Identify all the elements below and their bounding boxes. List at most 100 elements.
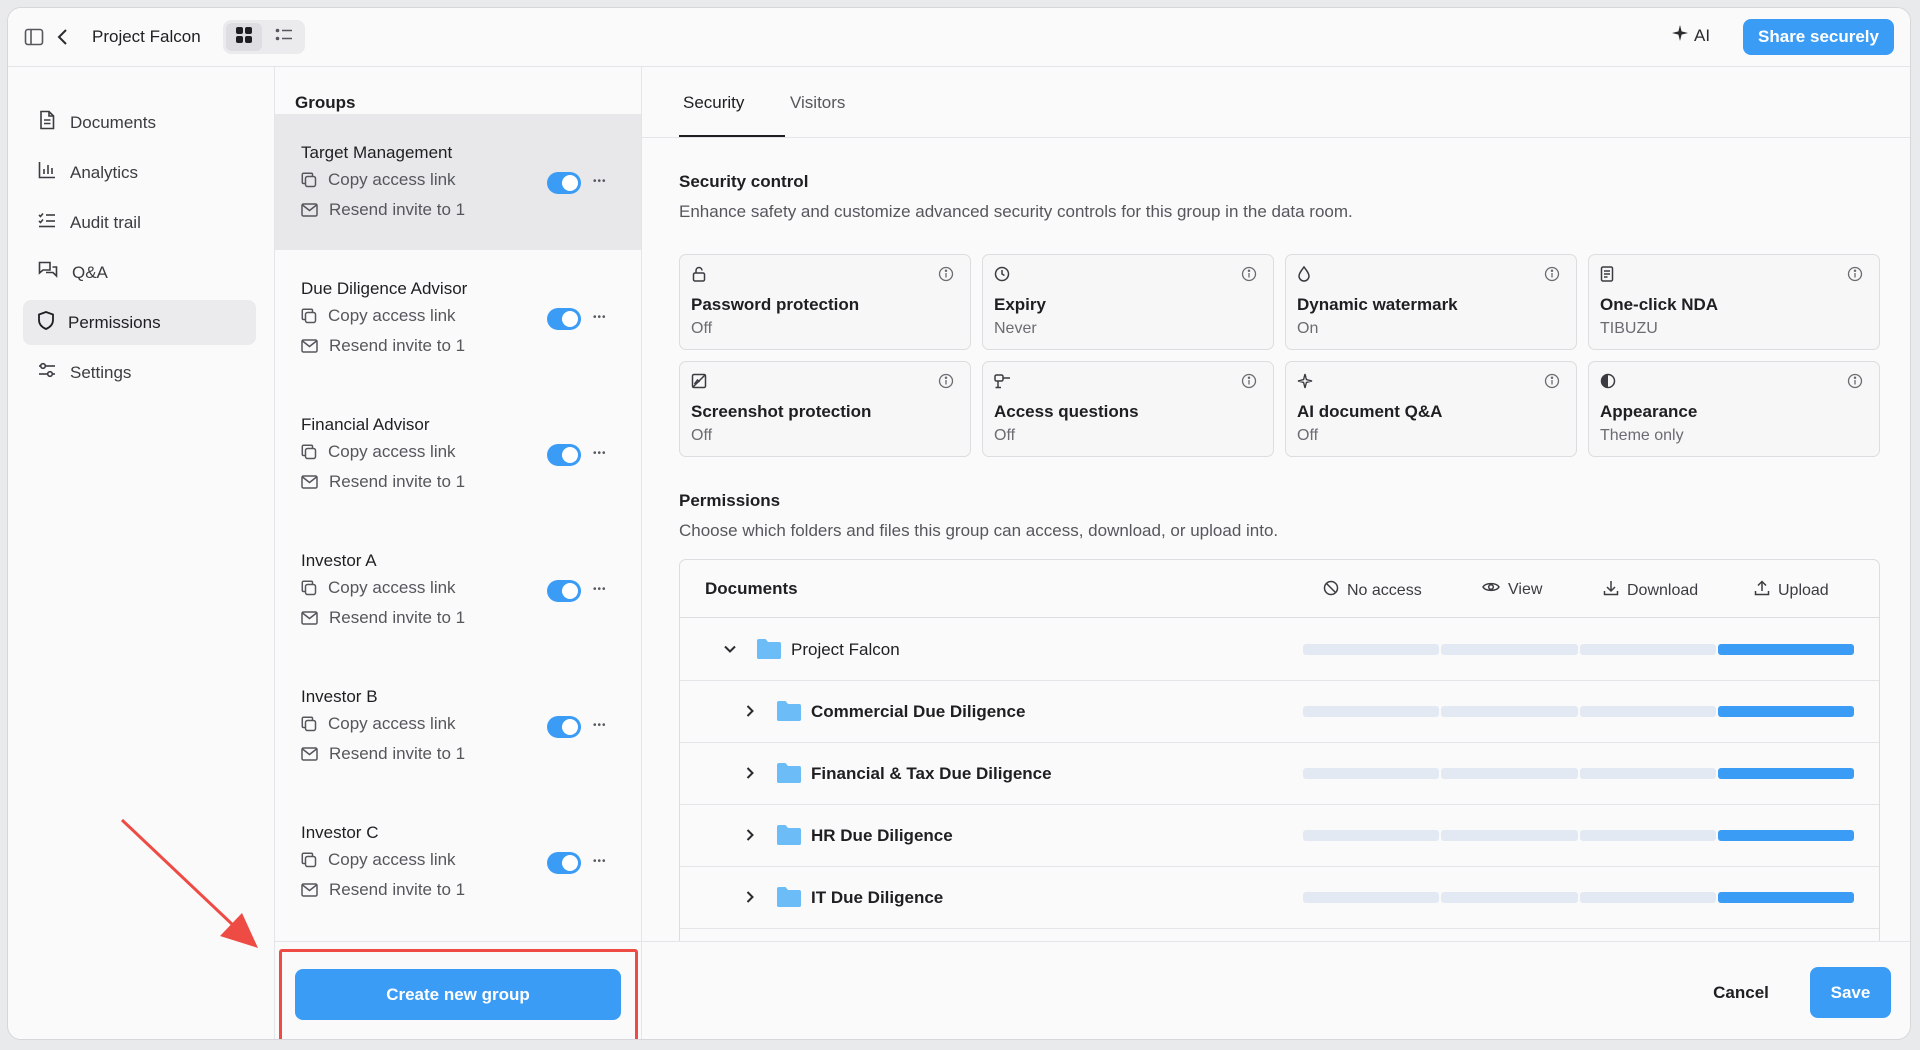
permission-level-segment [1717,892,1854,903]
info-icon[interactable] [1847,373,1863,389]
folder-name[interactable]: Project Falcon [791,640,900,660]
cancel-button[interactable]: Cancel [1698,967,1784,1018]
info-icon[interactable] [938,373,954,389]
permission-level-segment [1717,644,1854,655]
permission-level-segment [1441,892,1578,903]
chevron-right-icon[interactable] [742,765,758,781]
info-icon[interactable] [938,266,954,282]
info-icon[interactable] [1544,266,1560,282]
info-icon[interactable] [1241,373,1257,389]
eye-icon [1482,580,1500,599]
tab-security[interactable]: Security [683,93,744,113]
copy-access-link[interactable]: Copy access link [301,442,456,462]
permission-level-segment [1579,768,1716,779]
group-card[interactable]: Investor B Copy access link Resend invite … [275,658,641,794]
security-card-value: Off [1297,427,1319,444]
more-options-icon[interactable]: ••• [593,856,607,867]
folder-name[interactable]: Commercial Due Diligence [811,702,1025,722]
folder-name[interactable]: IT Due Diligence [811,888,943,908]
resend-invite-link[interactable]: Resend invite to 1 [301,336,465,356]
group-card[interactable]: Financial Advisor Copy access link Resend … [275,386,641,522]
group-enabled-toggle[interactable] [547,716,581,738]
tab-visitors[interactable]: Visitors [790,93,845,113]
group-enabled-toggle[interactable] [547,444,581,466]
sidebar-toggle-icon[interactable] [24,28,44,51]
chevron-down-icon[interactable] [722,641,738,657]
folder-name[interactable]: HR Due Diligence [811,826,953,846]
permission-level-slider[interactable] [1303,892,1854,903]
nav-item-documents[interactable]: Documents [23,100,256,145]
security-card[interactable]: Dynamic watermark On [1285,254,1577,350]
group-card[interactable]: Target Management Copy access link Resend … [275,114,641,250]
chevron-right-icon[interactable] [742,889,758,905]
no-access-column-header[interactable]: No access [1323,580,1422,601]
security-card[interactable]: Appearance Theme only [1588,361,1880,457]
list-view-button[interactable] [266,23,302,51]
ai-button[interactable]: AI [1672,25,1710,46]
group-enabled-toggle[interactable] [547,308,581,330]
mail-icon [301,747,318,761]
copy-access-link[interactable]: Copy access link [301,714,456,734]
copy-access-link[interactable]: Copy access link [301,306,456,326]
chevron-right-icon[interactable] [742,827,758,843]
folder-icon [776,824,802,846]
nav-item-settings[interactable]: Settings [23,350,256,395]
upload-column-header[interactable]: Upload [1754,580,1829,601]
resend-invite-link[interactable]: Resend invite to 1 [301,200,465,220]
group-name: Financial Advisor [301,415,430,434]
folder-name[interactable]: Financial & Tax Due Diligence [811,764,1052,784]
lock-icon [691,266,707,282]
permission-row: Commercial Due Diligence [680,681,1879,743]
view-column-header[interactable]: View [1482,580,1542,599]
security-card[interactable]: AI document Q&A Off [1285,361,1577,457]
group-enabled-toggle[interactable] [547,852,581,874]
security-card[interactable]: Password protection Off [679,254,971,350]
copy-access-link[interactable]: Copy access link [301,578,456,598]
more-options-icon[interactable]: ••• [593,584,607,595]
resend-invite-link[interactable]: Resend invite to 1 [301,744,465,764]
group-enabled-toggle[interactable] [547,580,581,602]
resend-invite-link[interactable]: Resend invite to 1 [301,880,465,900]
security-card[interactable]: One-click NDA TIBUZU [1588,254,1880,350]
resend-invite-link[interactable]: Resend invite to 1 [301,472,465,492]
copy-access-link[interactable]: Copy access link [301,850,456,870]
groups-footer: Create new group [275,941,641,1039]
nav-item-permissions[interactable]: Permissions [23,300,256,345]
permission-level-slider[interactable] [1303,706,1854,717]
info-icon[interactable] [1847,266,1863,282]
back-chevron-icon[interactable] [56,28,70,51]
grid-view-button[interactable] [226,23,262,51]
group-card[interactable]: Due Diligence Advisor Copy access link Res… [275,250,641,386]
share-securely-button[interactable]: Share securely [1743,19,1894,55]
more-options-icon[interactable]: ••• [593,176,607,187]
security-card[interactable]: Expiry Never [982,254,1274,350]
download-column-header[interactable]: Download [1603,580,1698,601]
more-options-icon[interactable]: ••• [593,448,607,459]
security-card[interactable]: Access questions Off [982,361,1274,457]
permission-level-segment [1717,830,1854,841]
chevron-right-icon[interactable] [742,703,758,719]
nav-item-analytics[interactable]: Analytics [23,150,256,195]
resend-invite-link[interactable]: Resend invite to 1 [301,608,465,628]
group-enabled-toggle[interactable] [547,172,581,194]
info-icon[interactable] [1544,373,1560,389]
permission-level-slider[interactable] [1303,644,1854,655]
more-options-icon[interactable]: ••• [593,720,607,731]
copy-access-link[interactable]: Copy access link [301,170,456,190]
permission-level-slider[interactable] [1303,768,1854,779]
nav-item-label: Analytics [70,162,139,182]
more-options-icon[interactable]: ••• [593,312,607,323]
security-card[interactable]: Screenshot protection Off [679,361,971,457]
view-label: View [1508,580,1543,598]
nav-item-qa[interactable]: Q&A [23,250,256,295]
nav-item-audit-trail[interactable]: Audit trail [23,200,256,245]
folder-icon [776,762,802,784]
resend-invite-label: Resend invite to 1 [329,200,466,219]
save-button[interactable]: Save [1810,967,1891,1018]
permission-level-slider[interactable] [1303,830,1854,841]
group-card[interactable]: Investor C Copy access link Resend invite … [275,794,641,930]
group-card[interactable]: Investor A Copy access link Resend invite … [275,522,641,658]
mail-icon [301,883,318,897]
info-icon[interactable] [1241,266,1257,282]
shield-icon [38,310,54,335]
